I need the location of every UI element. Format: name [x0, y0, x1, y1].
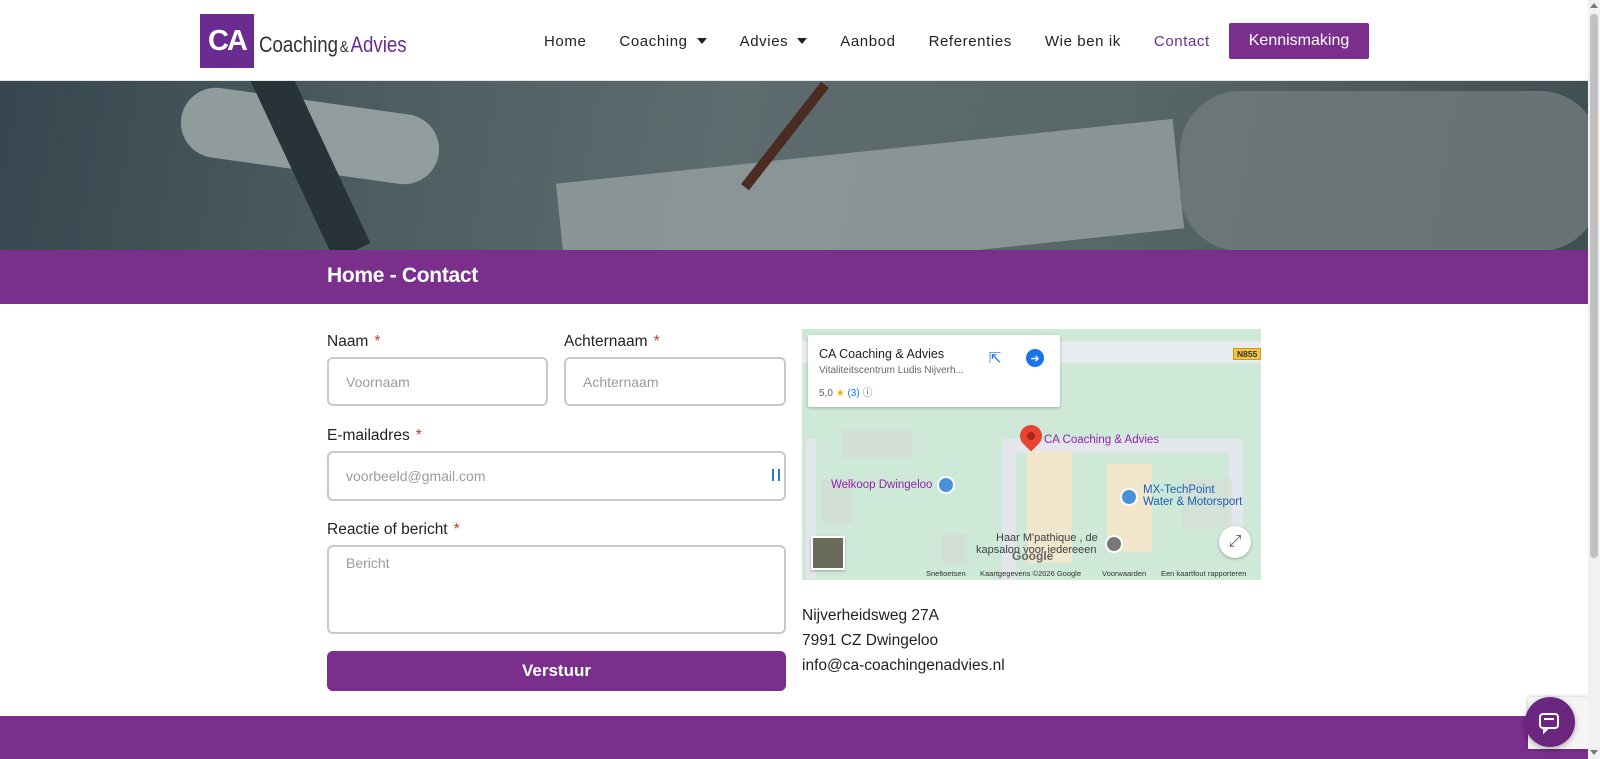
chat-button[interactable]: [1525, 697, 1575, 747]
label-text: Achternaam: [564, 333, 648, 350]
poi-label-welkoop[interactable]: Welkoop Dwingeloo: [831, 479, 932, 491]
fullscreen-icon[interactable]: ⤢: [1219, 526, 1251, 558]
info-icon[interactable]: ⓘ: [862, 388, 872, 399]
map-place-card: CA Coaching & Advies Vitaliteitscentrum …: [808, 335, 1060, 407]
logo-ampersand: &: [339, 39, 349, 56]
message-label: Reactie of bericht *: [327, 521, 460, 539]
hero-overlay: [0, 81, 1588, 250]
hero-image: [0, 81, 1588, 250]
page-title-band: Home - Contact: [0, 250, 1588, 304]
nav-item-label: Coaching: [619, 32, 688, 50]
required-marker: *: [653, 333, 660, 350]
label-text: Reactie of bericht: [327, 521, 448, 538]
password-manager-icon[interactable]: [772, 469, 780, 481]
nav-item-contact[interactable]: Contact: [1154, 33, 1210, 50]
required-marker: *: [453, 521, 460, 538]
scroll-down-icon[interactable]: [1590, 750, 1598, 755]
logo[interactable]: CA Coaching & Advies: [200, 14, 433, 68]
first-name-label: Naam *: [327, 333, 380, 351]
nav-item-label: Aanbod: [840, 32, 896, 50]
poi-line: Water & Motorsport: [1143, 496, 1243, 508]
scroll-up-icon[interactable]: [1590, 3, 1598, 8]
pin-label[interactable]: CA Coaching & Advies: [1044, 434, 1159, 446]
map-footer-shortcuts[interactable]: Sneltoetsen: [926, 569, 966, 578]
chat-icon: [1539, 713, 1559, 735]
map-footer-report[interactable]: Een kaartfout rapporteren: [1161, 569, 1246, 578]
nav-item-wie-ben-ik[interactable]: Wie ben ik: [1045, 33, 1121, 50]
message-textarea[interactable]: Bericht: [327, 545, 786, 634]
nav-item-label: Contact: [1153, 32, 1210, 50]
google-logo: Google: [1012, 549, 1054, 563]
last-name-input[interactable]: Achternaam: [564, 357, 786, 406]
map-footer-data: Kaartgegevens ©2026 Google: [980, 569, 1082, 578]
scroll-thumb[interactable]: [1590, 14, 1598, 558]
shop-poi-icon[interactable]: [937, 476, 955, 494]
site-footer: [0, 716, 1588, 759]
page-title: Home - Contact: [327, 264, 478, 287]
poi-line: MX-TechPoint: [1143, 484, 1215, 496]
email-label: E-mailadres *: [327, 427, 422, 445]
map-building: [942, 534, 967, 564]
star-icon: ★: [835, 388, 845, 399]
nav-item-home[interactable]: Home: [544, 33, 586, 50]
address-city: 7991 CZ Dwingeloo: [802, 632, 939, 649]
map-footer-terms[interactable]: Voorwaarden: [1102, 569, 1146, 578]
label-text: E-mailadres: [327, 427, 410, 444]
logo-wordmark: Coaching & Advies: [259, 32, 407, 58]
label-text: Naam: [327, 333, 369, 350]
open-external-icon[interactable]: ⇱: [986, 349, 1004, 367]
caret-down-icon: [797, 38, 808, 44]
nav-item-label: Wie ben ik: [1044, 32, 1121, 50]
site-header: CA Coaching & Advies Home Coaching Advie…: [0, 0, 1588, 81]
nav-item-coaching[interactable]: Coaching: [619, 32, 707, 50]
required-marker: *: [374, 333, 381, 350]
place-subtitle: Vitaliteitscentrum Ludis Nijverh...: [819, 365, 964, 376]
map-building: [842, 429, 912, 459]
nav-item-label: Referenties: [928, 32, 1012, 50]
logo-word-coaching: Coaching: [259, 32, 339, 57]
street-view-thumbnail[interactable]: [811, 536, 845, 570]
last-name-label: Achternaam *: [564, 333, 660, 351]
kennismaking-button[interactable]: Kennismaking: [1229, 23, 1369, 59]
submit-button[interactable]: Verstuur: [327, 651, 786, 691]
directions-icon[interactable]: ➜: [1026, 349, 1044, 367]
nav-item-label: Advies: [739, 32, 789, 50]
shop-poi-icon[interactable]: [1120, 488, 1138, 506]
road-number-label: N855: [1233, 348, 1262, 360]
page-scrollbar[interactable]: [1588, 0, 1600, 759]
nav-item-label: Home: [544, 32, 587, 50]
email-placeholder: voorbeeld@gmail.com: [346, 468, 486, 484]
caret-down-icon: [696, 38, 707, 44]
map-footer: Sneltoetsen Kaartgegevens ©2026 Google V…: [802, 566, 1261, 580]
review-count[interactable]: (3): [847, 388, 859, 399]
email-input[interactable]: voorbeeld@gmail.com: [327, 451, 786, 501]
salon-poi-icon[interactable]: [1105, 535, 1123, 553]
place-title: CA Coaching & Advies: [819, 347, 945, 361]
rating-value: 5,0: [819, 388, 833, 399]
poi-label-mx-techpoint[interactable]: MX-TechPoint Water & Motorsport: [1143, 484, 1242, 508]
required-marker: *: [415, 427, 422, 444]
main-nav: Home Coaching Advies Aanbod Referenties …: [544, 23, 1243, 59]
nav-item-aanbod[interactable]: Aanbod: [840, 33, 895, 50]
logo-word-advies: Advies: [350, 32, 407, 57]
first-name-input[interactable]: Voornaam: [327, 357, 548, 406]
poi-line: Haar M'pathique , de: [996, 532, 1098, 544]
logo-mark: CA: [200, 14, 254, 68]
place-rating: 5,0 ★ (3) ⓘ: [819, 384, 872, 399]
address-street: Nijverheidsweg 27A: [802, 607, 939, 624]
address-email[interactable]: info@ca-coachingenadvies.nl: [802, 657, 1005, 675]
nav-item-advies[interactable]: Advies: [740, 33, 808, 50]
nav-item-referenties[interactable]: Referenties: [929, 33, 1012, 50]
